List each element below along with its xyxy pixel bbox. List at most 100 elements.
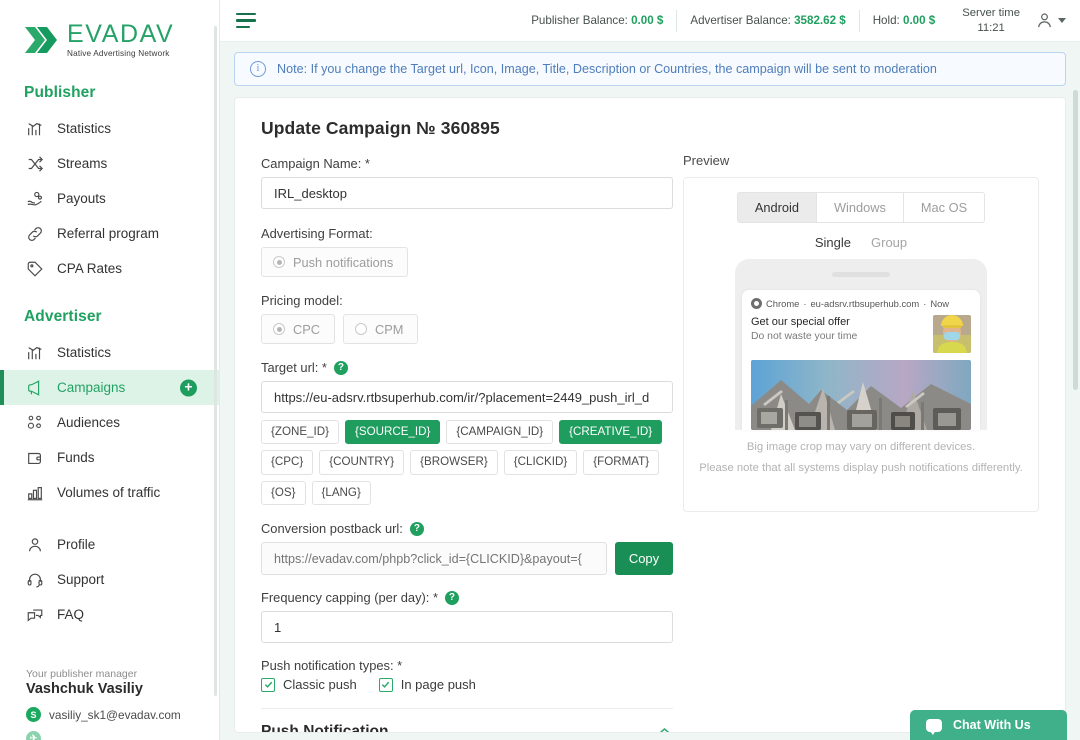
sidebar-item-label: Statistics [57, 345, 112, 361]
tab-single[interactable]: Single [815, 235, 851, 250]
preview-note-1: Big image crop may vary on different dev… [746, 441, 976, 453]
pricing-option-label: CPC [293, 321, 321, 337]
megaphone-icon [25, 378, 44, 397]
users-icon [25, 413, 44, 432]
push-separator: · [803, 298, 807, 309]
sidebar-item-faq[interactable]: FAQ [0, 597, 219, 632]
target-url-label: Target url: * ? [261, 360, 673, 375]
help-icon[interactable]: ? [333, 360, 348, 375]
main-area: Publisher Balance: 0.00 $ Advertiser Bal… [220, 0, 1080, 740]
sidebar-item-statistics-publisher[interactable]: Statistics [0, 111, 219, 146]
check-icon [261, 677, 275, 692]
sidebar-item-support[interactable]: Support [0, 562, 219, 597]
content-scroll: i Note: If you change the Target url, Ic… [220, 42, 1080, 740]
frequency-capping-input[interactable] [261, 611, 673, 644]
sidebar-item-payouts[interactable]: Payouts [0, 181, 219, 216]
push-big-image [751, 360, 971, 430]
macro-tag-lang[interactable]: {LANG} [311, 480, 371, 506]
postback-input[interactable] [261, 542, 607, 576]
sidebar-section-publisher: Publisher [24, 84, 96, 102]
macro-tag-creative-id[interactable]: {CREATIVE_ID} [559, 420, 663, 445]
macro-tag-browser[interactable]: {BROWSER} [410, 450, 498, 475]
campaign-form-card: Update Campaign № 360895 Campaign Name: … [234, 97, 1066, 733]
sidebar-item-streams[interactable]: Streams [0, 146, 219, 181]
pricing-option-cpc[interactable]: CPC [261, 314, 336, 344]
sidebar-item-profile[interactable]: Profile [0, 527, 219, 562]
content-scrollbar[interactable] [1073, 90, 1078, 390]
campaign-name-input[interactable] [261, 177, 673, 209]
moderation-note: i Note: If you change the Target url, Ic… [234, 52, 1066, 86]
user-menu[interactable] [1031, 11, 1066, 30]
sidebar-scrollbar[interactable] [214, 26, 217, 696]
macro-tag-cpc[interactable]: {CPC} [261, 450, 314, 475]
sidebar-item-funds[interactable]: Funds [0, 440, 219, 475]
campaign-name-label: Campaign Name: * [261, 156, 673, 171]
checkbox-classic-push[interactable]: Classic push [261, 677, 357, 692]
skype-icon: S [26, 707, 41, 722]
chat-bubble-icon [926, 718, 942, 735]
add-campaign-button[interactable]: + [180, 379, 197, 397]
sidebar-item-label: Statistics [57, 121, 112, 137]
target-url-input[interactable] [261, 381, 673, 413]
bars-icon [25, 483, 44, 502]
hold-balance: Hold: 0.00 $ [860, 14, 949, 27]
os-tabs: Android Windows Mac OS [736, 192, 986, 223]
macro-tag-campaign-id[interactable]: {CAMPAIGN_ID} [446, 420, 554, 445]
manager-block: Your publisher manager Vashchuk Vasiliy … [0, 668, 219, 740]
sidebar: EVADAV Native Advertising Network Publis… [0, 0, 220, 740]
ad-format-push-notifications[interactable]: Push notifications [261, 247, 409, 277]
bar-chart-icon [25, 343, 44, 362]
push-icon-image [933, 315, 971, 353]
advertiser-balance-label: Advertiser Balance: [690, 14, 791, 27]
tab-windows[interactable]: Windows [815, 192, 904, 223]
manager-skype-row[interactable]: S vasiliy_sk1@evadav.com [26, 707, 219, 722]
manager-telegram-row[interactable]: ✈ [26, 731, 219, 740]
push-title: Get our special offer [751, 316, 850, 328]
chevron-up-icon [656, 725, 673, 732]
pricing-option-cpm[interactable]: CPM [343, 314, 419, 344]
tab-group[interactable]: Group [871, 235, 907, 250]
help-icon[interactable]: ? [409, 521, 424, 536]
tab-android[interactable]: Android [736, 192, 817, 223]
logo-title: EVADAV [67, 20, 175, 48]
macro-tag-source-id[interactable]: {SOURCE_ID} [345, 420, 441, 445]
tab-macos[interactable]: Mac OS [902, 192, 986, 223]
push-types-options: Classic push In page push [261, 677, 673, 692]
hold-value: 0.00 $ [903, 14, 936, 27]
pricing-model-label: Pricing model: [261, 293, 673, 308]
macro-tag-clickid[interactable]: {CLICKID} [503, 450, 578, 475]
sidebar-divider-gap [0, 510, 219, 527]
sidebar-item-cpa-rates[interactable]: CPA Rates [0, 251, 219, 286]
chevron-down-icon [1058, 18, 1066, 23]
radio-dot-icon [273, 256, 285, 268]
macro-tag-format[interactable]: {FORMAT} [583, 450, 660, 475]
sidebar-item-referral-program[interactable]: Referral program [0, 216, 219, 251]
help-icon[interactable]: ? [444, 590, 459, 605]
checkbox-in-page-push[interactable]: In page push [378, 677, 476, 693]
logo[interactable]: EVADAV Native Advertising Network [0, 0, 219, 64]
logo-tagline: Native Advertising Network [67, 49, 170, 58]
copy-button[interactable]: Copy [615, 542, 673, 576]
sidebar-item-campaigns[interactable]: Campaigns + [0, 370, 219, 406]
advertiser-balance: Advertiser Balance: 3582.62 $ [677, 14, 858, 27]
postback-label: Conversion postback url: ? [261, 521, 673, 536]
sidebar-item-audiences[interactable]: Audiences [0, 405, 219, 440]
checkbox-label: In page push [400, 677, 476, 693]
postback-label-text: Conversion postback url: [261, 521, 403, 537]
macro-tag-os[interactable]: {OS} [261, 480, 306, 506]
macro-tag-zone-id[interactable]: {ZONE_ID} [261, 420, 339, 445]
macro-tag-country[interactable]: {COUNTRY} [319, 450, 405, 475]
sidebar-item-statistics-advertiser[interactable]: Statistics [0, 335, 219, 370]
server-time: Server time 11:21 [948, 6, 1031, 34]
frequency-label-text: Frequency capping (per day): * [261, 590, 438, 606]
check-icon [378, 677, 393, 692]
preview-box: Android Windows Mac OS Single Group Chro… [683, 177, 1039, 512]
push-notification-accordion[interactable]: Push Notification [261, 709, 673, 732]
headset-icon [25, 570, 44, 589]
chat-with-us-widget[interactable]: Chat With Us [910, 710, 1067, 740]
sidebar-item-volumes-of-traffic[interactable]: Volumes of traffic [0, 475, 219, 510]
menu-toggle-icon[interactable] [236, 12, 256, 29]
sidebar-item-label: Referral program [57, 226, 160, 242]
form-column: Update Campaign № 360895 Campaign Name: … [261, 118, 673, 732]
sidebar-item-label: Support [57, 572, 105, 588]
